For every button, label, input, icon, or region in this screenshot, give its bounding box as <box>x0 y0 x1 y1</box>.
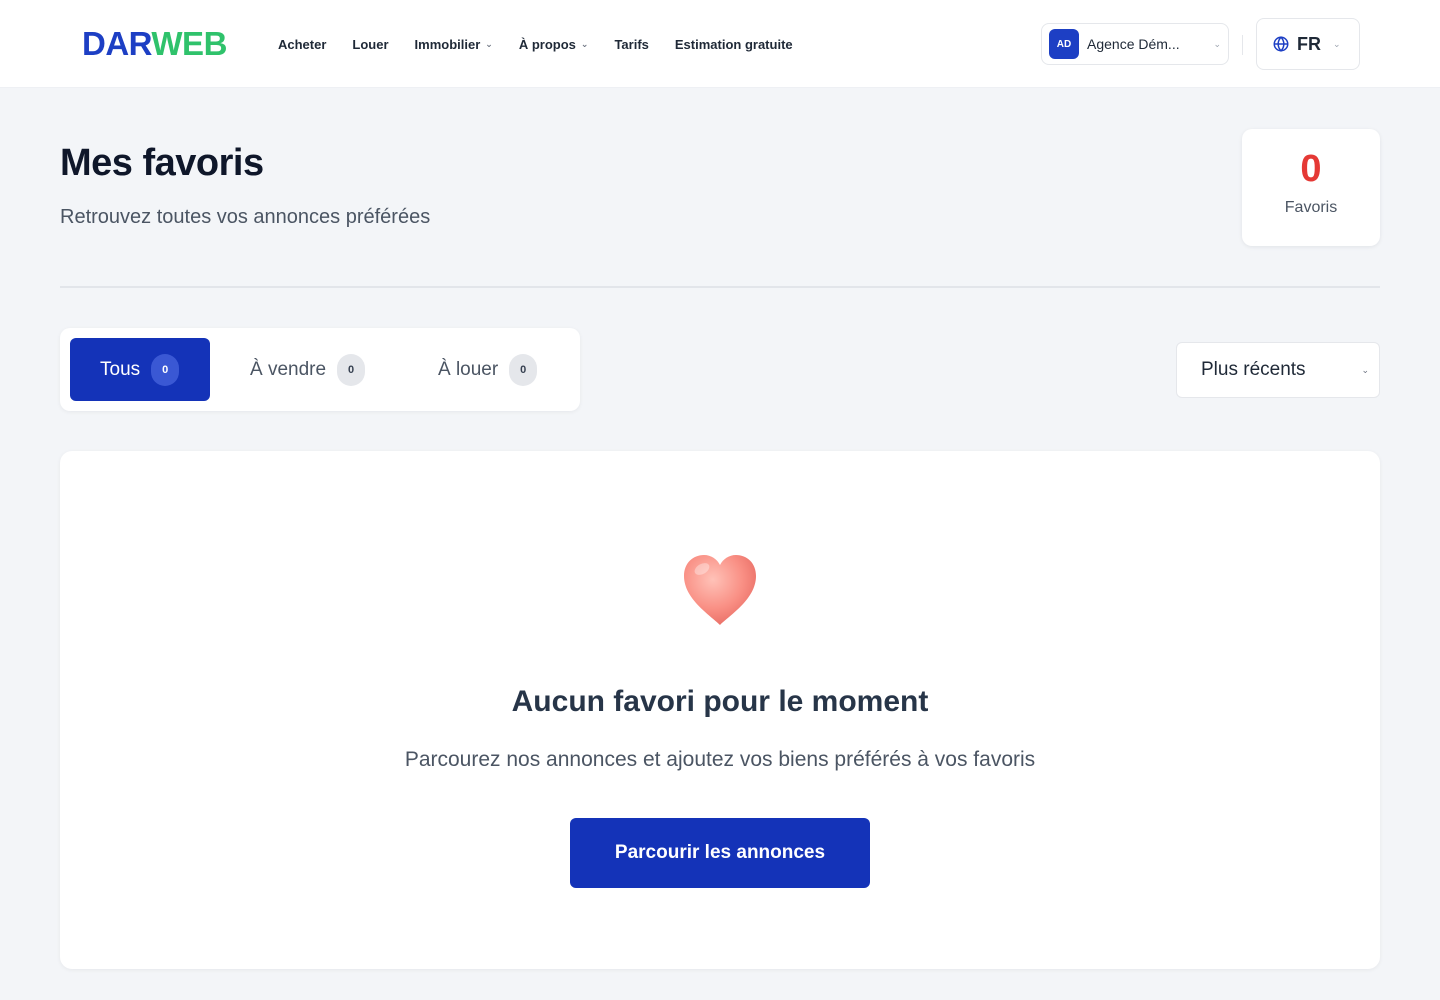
tab-tous-label: Tous <box>100 358 141 380</box>
main-nav: Acheter Louer Immobilier ⌄ À propos ⌄ Ta… <box>278 34 819 54</box>
tab-a-vendre-label: À vendre <box>250 358 327 380</box>
darweb-logo[interactable]: DARWEB <box>82 26 227 62</box>
empty-state-text: Parcourez nos annonces et ajoutez vos bi… <box>404 748 1036 771</box>
globe-icon <box>1273 36 1289 52</box>
heart-icon <box>684 555 756 625</box>
sort-selected-value: Plus récents <box>1201 359 1306 380</box>
empty-state-title: Aucun favori pour le moment <box>511 685 929 718</box>
nav-estimation-label: Estimation gratuite <box>674 36 793 52</box>
browse-listings-button[interactable]: Parcourir les annonces <box>570 818 870 888</box>
account-name: Agence Dém... <box>1087 36 1180 52</box>
avatar: AD <box>1049 29 1079 59</box>
site-header: DARWEB Acheter Louer Immobilier ⌄ À prop… <box>0 0 1440 88</box>
nav-immobilier[interactable]: Immobilier ⌄ <box>415 37 493 52</box>
chevron-down-icon: ⌄ <box>1333 38 1341 49</box>
nav-a-propos-label: À propos <box>518 36 576 52</box>
tab-tous-count: 0 <box>151 353 180 386</box>
tab-a-vendre-count: 0 <box>337 353 366 386</box>
nav-tarifs[interactable]: Tarifs <box>614 37 648 52</box>
nav-estimation[interactable]: Estimation gratuite <box>675 37 793 52</box>
nav-louer[interactable]: Louer <box>352 37 388 52</box>
favorites-count-card: 0 Favoris <box>1242 129 1380 246</box>
page-title: Mes favoris <box>60 142 264 184</box>
nav-louer-label: Louer <box>352 36 389 52</box>
tab-a-louer[interactable]: À louer 0 <box>438 338 538 401</box>
nav-immobilier-label: Immobilier <box>414 36 481 52</box>
chevron-down-icon: ⌄ <box>580 38 589 49</box>
nav-acheter-label: Acheter <box>278 36 327 52</box>
account-switcher[interactable]: AD Agence Dém... ⌄ <box>1041 23 1229 65</box>
chevron-down-icon: ⌄ <box>485 38 493 49</box>
tab-tous[interactable]: Tous 0 <box>70 338 210 401</box>
favorites-count-label: Favoris <box>1284 199 1338 216</box>
page-subtitle: Retrouvez toutes vos annonces préférées <box>60 206 431 228</box>
chevron-down-icon: ⌄ <box>1213 38 1221 49</box>
tab-a-louer-label: À louer <box>438 358 499 380</box>
section-divider <box>60 286 1380 288</box>
nav-a-propos[interactable]: À propos ⌄ <box>519 37 589 52</box>
sort-select[interactable]: Plus récents ⌄ <box>1176 342 1380 398</box>
filter-tabs: Tous 0 À vendre 0 À louer 0 <box>60 328 580 411</box>
tab-a-louer-count: 0 <box>509 353 538 386</box>
chevron-down-icon: ⌄ <box>1361 364 1369 375</box>
nav-acheter[interactable]: Acheter <box>278 37 326 52</box>
logo-part-dar: DAR <box>82 25 152 62</box>
language-selector[interactable]: FR ⌄ <box>1256 18 1360 70</box>
empty-state: Aucun favori pour le moment Parcourez no… <box>60 451 1380 969</box>
logo-part-web: WEB <box>151 25 227 62</box>
language-code: FR <box>1297 33 1321 54</box>
tab-a-vendre[interactable]: À vendre 0 <box>250 338 366 401</box>
nav-tarifs-label: Tarifs <box>614 36 649 52</box>
header-divider <box>1242 35 1243 55</box>
favorites-count: 0 <box>1300 148 1322 190</box>
